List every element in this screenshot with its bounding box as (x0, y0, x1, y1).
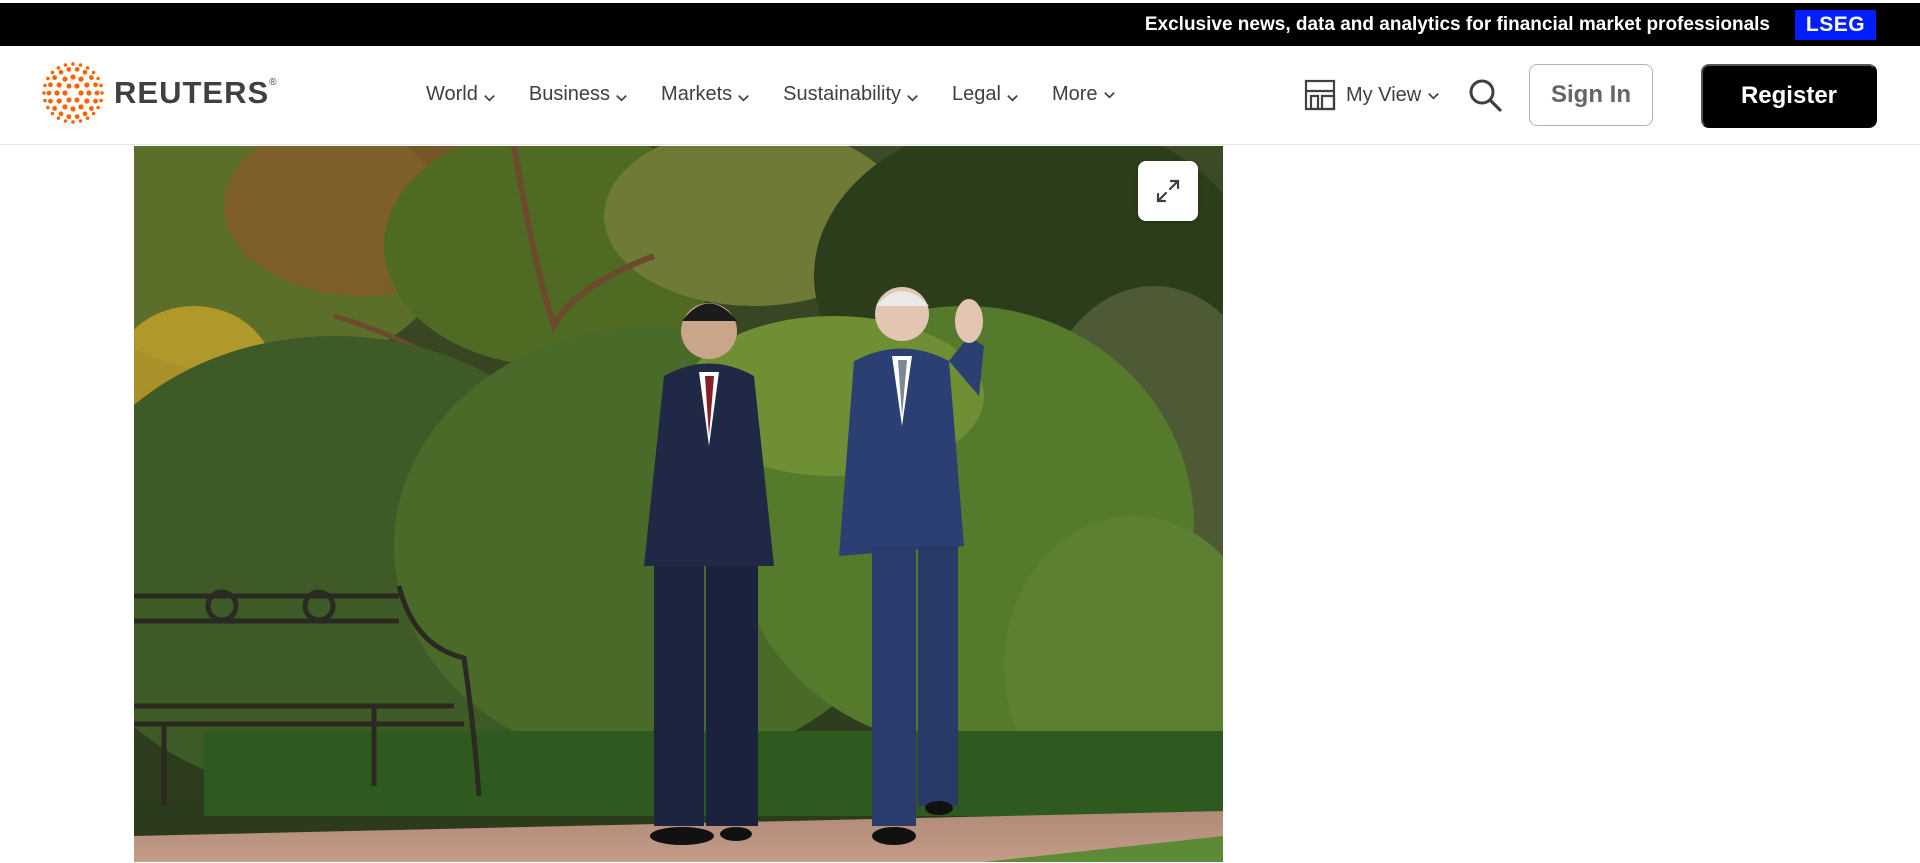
logo-text: REUTERS® (114, 75, 278, 110)
promo-text[interactable]: Exclusive news, data and analytics for f… (1145, 14, 1770, 36)
logo-dot (46, 105, 50, 110)
logo-dot (66, 83, 72, 89)
logo-dot (88, 106, 94, 111)
nav-item-more[interactable]: More (1052, 83, 1117, 106)
nav-item-label: Sustainability (783, 83, 901, 105)
logo-dot (56, 116, 61, 120)
sign-in-button[interactable]: Sign In (1529, 64, 1653, 126)
chevron-down-icon (484, 94, 495, 102)
logo-dot (70, 106, 76, 112)
my-view-button[interactable]: My View (1304, 79, 1441, 111)
nav-item-markets[interactable]: Markets (661, 83, 751, 106)
logo-dot (52, 106, 58, 111)
nav-item-label: Legal (952, 83, 1001, 105)
logo-dot (71, 120, 75, 124)
logo-dot (82, 111, 88, 117)
chevron-down-icon (1103, 92, 1115, 99)
lseg-badge[interactable]: LSEG (1795, 9, 1876, 40)
logo-dot (43, 98, 47, 103)
logo-dot (99, 83, 103, 88)
site-header: REUTERS® World Business Markets Sustaina… (0, 46, 1920, 145)
register-button[interactable]: Register (1701, 64, 1877, 128)
logo-dot (62, 104, 68, 110)
logo-dot (63, 119, 68, 123)
search-icon[interactable] (1467, 77, 1503, 113)
logo-dot (56, 66, 61, 70)
layout-icon (1304, 79, 1336, 111)
nav-item-label: Business (528, 83, 611, 105)
logo-dot (58, 111, 64, 117)
expand-icon (1156, 179, 1180, 203)
logo-dot (82, 69, 88, 75)
promo-bar[interactable]: Exclusive news, data and analytics for f… (0, 3, 1920, 46)
logo-dot (70, 74, 76, 80)
chevron-down-icon (907, 94, 918, 102)
logo-dot (66, 114, 72, 120)
logo-dot (93, 98, 98, 104)
reuters-logo-icon (42, 62, 104, 124)
logo-dot (93, 82, 98, 88)
logo-dot (96, 105, 100, 110)
reuters-logo[interactable]: REUTERS® (42, 62, 278, 124)
logo-dot (62, 90, 68, 96)
chevron-down-icon (616, 94, 627, 102)
logo-dot (71, 62, 75, 66)
nav-item-legal[interactable]: Legal (952, 83, 1020, 106)
logo-dot (50, 111, 55, 116)
logo-dot (84, 98, 90, 104)
logo-dot (99, 98, 103, 103)
logo-dot (66, 97, 72, 103)
logo-dot (58, 69, 64, 75)
logo-dot (46, 76, 50, 81)
nav-item-label: More (1051, 83, 1098, 105)
logo-dot (78, 63, 83, 67)
logo-dot (86, 90, 92, 96)
logo-dot (78, 76, 84, 82)
article-lead-photo[interactable] (134, 146, 1223, 862)
chevron-down-icon (738, 94, 749, 102)
logo-dot (96, 76, 100, 81)
nav-item-sustainability[interactable]: Sustainability (783, 83, 920, 106)
main-nav: World Business Markets Sustainability Le… (426, 83, 1149, 106)
logo-dot (54, 90, 60, 96)
photo-image (134, 146, 1223, 862)
nav-item-business[interactable]: Business (529, 83, 629, 106)
logo-dot (62, 76, 68, 82)
logo-dot (88, 75, 94, 80)
logo-dot (78, 90, 84, 96)
logo-dot (48, 98, 53, 104)
logo-dot (63, 63, 68, 67)
logo-dot (74, 66, 80, 72)
logo-dot (74, 114, 80, 120)
chevron-down-icon (1007, 94, 1018, 102)
logo-dot (66, 66, 72, 72)
logo-dot (94, 90, 100, 96)
logo-dot (56, 82, 62, 88)
logo-dot (74, 97, 80, 103)
logo-dot (43, 83, 47, 88)
logo-dot (100, 91, 104, 95)
logo-dot (85, 116, 90, 120)
nav-item-world[interactable]: World (426, 83, 497, 106)
my-view-label: My View (1346, 83, 1422, 106)
expand-photo-button[interactable] (1138, 161, 1198, 221)
logo-dot (78, 104, 84, 110)
logo-dot (46, 90, 52, 96)
logo-dot (48, 82, 53, 88)
logo-dot (84, 82, 90, 88)
logo-dot (85, 66, 90, 70)
logo-dot (52, 75, 58, 80)
logo-dot (50, 70, 55, 75)
nav-item-label: World (426, 83, 478, 105)
chevron-down-icon (1428, 92, 1440, 100)
logo-dot (42, 91, 46, 95)
logo-dot (91, 111, 96, 116)
logo-dot (91, 70, 96, 75)
nav-item-label: Markets (661, 83, 733, 105)
logo-dot (74, 83, 80, 89)
logo-dot (56, 98, 62, 104)
logo-dot (78, 119, 83, 123)
